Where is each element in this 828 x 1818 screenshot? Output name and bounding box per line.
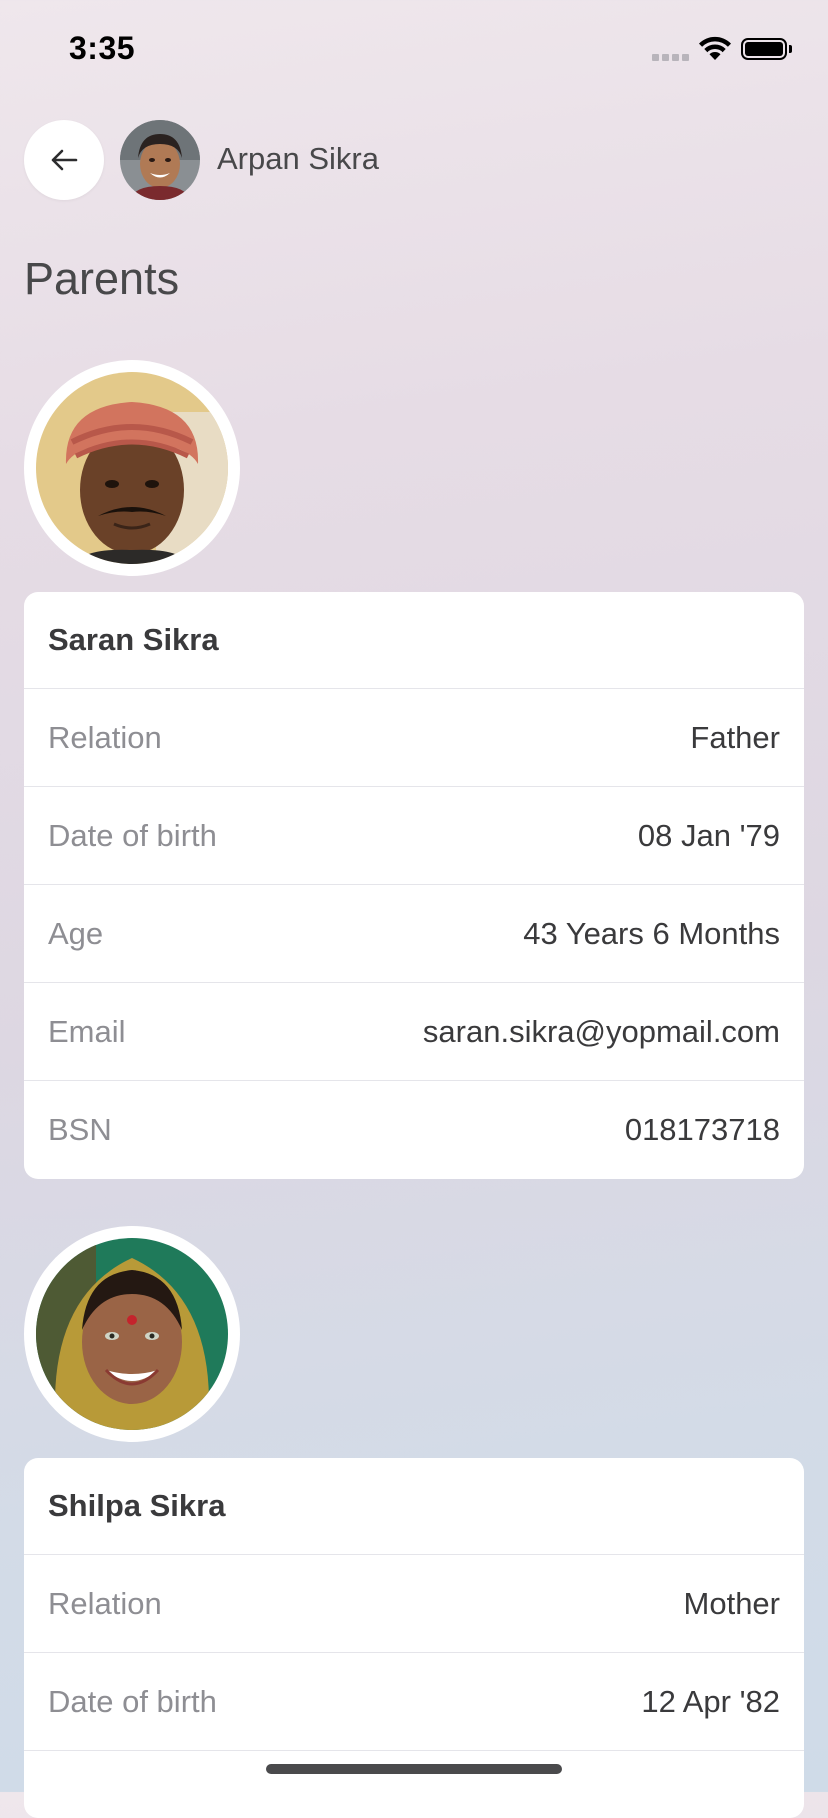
info-row-relation: Relation Father	[24, 689, 804, 787]
info-row-date-of-birth: Date of birth 08 Jan '79	[24, 787, 804, 885]
page-title: Parents	[24, 253, 180, 304]
row-label: BSN	[48, 1112, 112, 1147]
battery-icon	[741, 38, 787, 60]
row-label: Date of birth	[48, 817, 217, 853]
status-time: 3:35	[69, 30, 136, 66]
info-row-relation: Relation Mother	[24, 1555, 804, 1653]
battery-tip	[789, 45, 792, 53]
parent-avatar-mother	[24, 1226, 240, 1442]
row-value: 43 Years 6 Months	[523, 915, 780, 951]
info-row-bsn: BSN 018173718	[24, 1081, 804, 1179]
parent-name: Shilpa Sikra	[24, 1458, 804, 1555]
row-value: Father	[690, 719, 780, 755]
home-indicator[interactable]	[266, 1764, 562, 1774]
row-label: Email	[48, 1013, 126, 1049]
row-value: 08 Jan '79	[637, 817, 780, 853]
row-value: 018173718	[624, 1112, 780, 1147]
info-row-age: Age 43 Years 6 Months	[24, 885, 804, 983]
mother-photo	[36, 1238, 228, 1430]
parent-card-father: Saran Sikra Relation Father Date of birt…	[24, 592, 804, 1179]
row-value: 12 Apr '82	[641, 1683, 780, 1719]
father-photo	[36, 372, 228, 564]
child-photo	[120, 120, 200, 200]
cellular-signal-icon	[652, 54, 689, 61]
arrow-left-icon	[51, 149, 78, 171]
status-bar: 3:35	[0, 0, 828, 100]
child-avatar[interactable]	[120, 120, 200, 200]
info-row-date-of-birth: Date of birth 12 Apr '82	[24, 1653, 804, 1751]
parent-name: Saran Sikra	[24, 592, 804, 689]
back-button[interactable]	[24, 120, 104, 200]
row-label: Age	[48, 915, 104, 951]
info-row-email: Email saran.sikra@yopmail.com	[24, 983, 804, 1081]
row-value: Mother	[683, 1585, 780, 1621]
row-label: Relation	[48, 719, 162, 755]
parent-avatar-father	[24, 360, 240, 576]
row-label: Relation	[48, 1585, 162, 1621]
row-value[interactable]: saran.sikra@yopmail.com	[423, 1014, 780, 1050]
wifi-icon	[699, 36, 731, 60]
row-label: Date of birth	[48, 1683, 217, 1719]
child-name: Arpan Sikra	[217, 141, 379, 176]
